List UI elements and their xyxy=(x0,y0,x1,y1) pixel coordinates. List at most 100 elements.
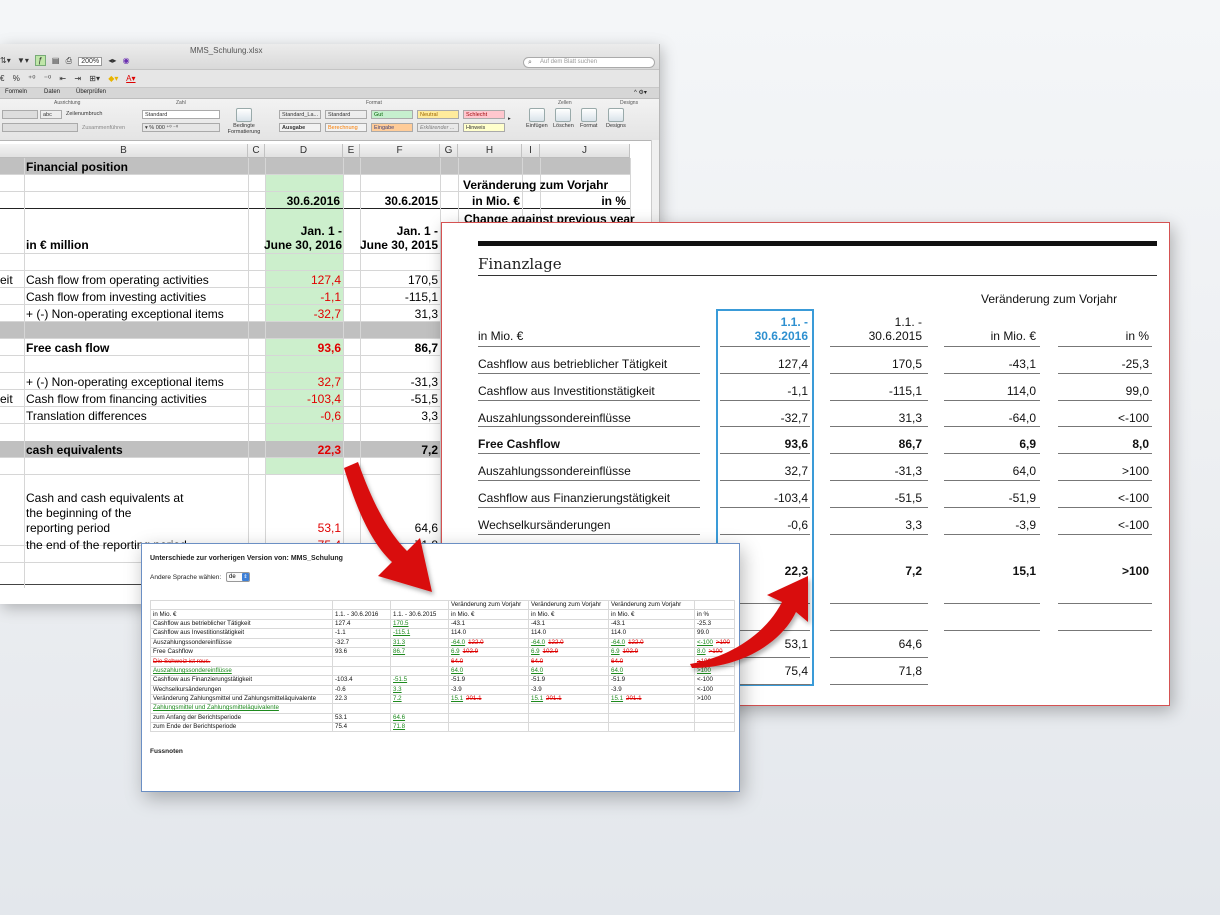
cell-value-f[interactable]: 31,3 xyxy=(362,307,438,321)
period-d-line2[interactable]: June 30, 2016 xyxy=(258,238,342,252)
cell-value-d[interactable]: 93,6 xyxy=(268,341,341,355)
align-buttons[interactable] xyxy=(2,110,38,119)
cell-label[interactable]: Cash flow from investing activities xyxy=(26,290,206,304)
cell-value-f[interactable]: -51,5 xyxy=(362,392,438,406)
designs-button[interactable]: Designs xyxy=(606,108,626,129)
number-format-select[interactable]: Standard xyxy=(142,110,220,119)
delete-cells-button[interactable]: Löschen xyxy=(553,108,574,129)
cell-value-f[interactable]: -115,1 xyxy=(362,290,438,304)
indent-buttons[interactable] xyxy=(2,123,78,132)
wrap-text-button[interactable]: Zeilenumbruch xyxy=(66,111,102,117)
cell-label[interactable]: + (-) Non-operating exceptional items xyxy=(26,307,224,321)
style-neutral[interactable]: Neutral xyxy=(417,110,459,119)
style-standard[interactable]: Standard xyxy=(325,110,367,119)
column-header-b[interactable]: B xyxy=(0,144,248,158)
number-buttons[interactable]: ▾ % 000 ⁺⁰ ⁻⁰ xyxy=(142,123,220,132)
cell-value-d[interactable]: -1,1 xyxy=(268,290,341,304)
style-schlecht[interactable]: Schlecht xyxy=(463,110,505,119)
in-pct-cell[interactable]: in % xyxy=(542,194,626,208)
zoom-stepper-icon[interactable]: ◂▸ xyxy=(108,56,116,65)
column-header-f[interactable]: F xyxy=(360,144,440,158)
style-erklaerend[interactable]: Erklärender ... xyxy=(417,123,459,132)
cell-value-d[interactable]: -103,4 xyxy=(268,392,341,406)
cell-label[interactable]: Free cash flow xyxy=(26,341,109,355)
date-d-cell[interactable]: 30.6.2016 xyxy=(268,194,340,208)
format-cells-button[interactable]: Format xyxy=(580,108,597,129)
column-header-d[interactable]: D xyxy=(265,144,343,158)
formula-builder-icon[interactable]: ƒ xyxy=(35,55,46,66)
cell-label[interactable]: Cash flow from operating activities xyxy=(26,273,209,287)
tab-daten[interactable]: Daten xyxy=(44,89,60,95)
cell-a[interactable]: eit xyxy=(0,273,13,287)
row-value-v3: 15,1 xyxy=(1012,564,1036,578)
column-header-j[interactable]: J xyxy=(540,144,630,158)
column-header-c[interactable]: C xyxy=(248,144,265,158)
borders-icon[interactable]: ⊞▾ xyxy=(89,74,100,83)
tab-ueberpruefen[interactable]: Überprüfen xyxy=(76,89,106,95)
style-berechnung[interactable]: Berechnung xyxy=(325,123,367,132)
column-header-e[interactable]: E xyxy=(343,144,360,158)
unit-cell[interactable]: in € million xyxy=(26,238,89,252)
styles-more-icon[interactable]: ▸ xyxy=(508,116,511,122)
cell-label[interactable]: reporting period xyxy=(26,521,110,535)
row-rule xyxy=(1058,603,1152,604)
cell-label[interactable]: Cash flow from financing activities xyxy=(26,392,207,406)
percent-button[interactable]: % xyxy=(13,74,20,83)
cell-value-d[interactable]: 53,1 xyxy=(268,521,341,535)
style-eingabe[interactable]: Eingabe xyxy=(371,123,413,132)
style-gut[interactable]: Gut xyxy=(371,110,413,119)
decimal-increase-icon[interactable]: ⁺⁰ xyxy=(28,74,35,83)
column-header-h[interactable]: H xyxy=(458,144,522,158)
cell-value-f[interactable]: 7,2 xyxy=(362,443,438,457)
period-f-line2[interactable]: June 30, 2015 xyxy=(352,238,438,252)
cell-value-f[interactable]: 170,5 xyxy=(362,273,438,287)
tab-formeln[interactable]: Formeln xyxy=(5,89,27,95)
filter-icon[interactable]: ▼▾ xyxy=(17,56,29,65)
currency-button[interactable]: € xyxy=(0,74,4,83)
cell-value-d[interactable]: 22,3 xyxy=(268,443,341,457)
cell-value-d[interactable]: -0,6 xyxy=(268,409,341,423)
cell-label[interactable]: cash equivalents xyxy=(26,443,123,457)
indent-increase-icon[interactable]: ⇥ xyxy=(74,74,81,83)
date-f-cell[interactable]: 30.6.2015 xyxy=(362,194,438,208)
period-d-line1[interactable]: Jan. 1 - xyxy=(268,224,342,238)
column-header-i[interactable]: I xyxy=(522,144,540,158)
style-hinweis[interactable]: Hinweis xyxy=(463,123,505,132)
insert-cells-button[interactable]: Einfügen xyxy=(526,108,548,129)
cell-value-f[interactable]: 64,6 xyxy=(362,521,438,535)
language-select[interactable]: de ⇕ xyxy=(226,572,250,582)
sort-icon[interactable]: ⇅▾ xyxy=(0,56,11,65)
diff-row: Die Schweiz ist rous. 64.0 64.0 64.0 >100 xyxy=(150,656,735,667)
style-ausgabe[interactable]: Ausgabe xyxy=(279,123,321,132)
style-standard-la[interactable]: Standard_La... xyxy=(279,110,321,119)
cell-value-f[interactable]: 3,3 xyxy=(362,409,438,423)
zoom-field[interactable]: 200% xyxy=(78,57,103,66)
cell-label[interactable]: + (-) Non-operating exceptional items xyxy=(26,375,224,389)
cell-label[interactable]: the beginning of the xyxy=(26,506,131,520)
change-header-cell[interactable]: Veränderung zum Vorjahr xyxy=(463,178,608,192)
sheet-title-cell[interactable]: Financial position xyxy=(26,160,128,174)
cell-value-d[interactable]: 127,4 xyxy=(268,273,341,287)
cell-a[interactable]: eit xyxy=(0,392,13,406)
decimal-decrease-icon[interactable]: ⁻⁰ xyxy=(44,74,51,83)
cell-value-f[interactable]: 86,7 xyxy=(362,341,438,355)
cell-value-d[interactable]: -32,7 xyxy=(268,307,341,321)
print-icon[interactable]: ⎙ xyxy=(66,56,72,66)
merge-button[interactable]: Zusammenführen xyxy=(82,125,125,131)
cell-label[interactable]: Translation differences xyxy=(26,409,147,423)
help-icon[interactable]: ◉ xyxy=(123,56,130,65)
column-header-g[interactable]: G xyxy=(440,144,458,158)
cell-value-f[interactable]: -31,3 xyxy=(362,375,438,389)
font-color-icon[interactable]: A▾ xyxy=(126,74,135,83)
fill-color-icon[interactable]: ◆▾ xyxy=(108,74,118,83)
ribbon-collapse-icon[interactable]: ^ ⚙▾ xyxy=(634,89,647,96)
indent-decrease-icon[interactable]: ⇤ xyxy=(59,74,66,83)
cell-label[interactable]: Cash and cash equivalents at xyxy=(26,491,183,505)
in-mio-cell[interactable]: in Mio. € xyxy=(460,194,520,208)
cell-value-d[interactable]: 32,7 xyxy=(268,375,341,389)
orientation-button[interactable]: abc xyxy=(40,110,62,119)
period-f-line1[interactable]: Jan. 1 - xyxy=(362,224,438,238)
sheet-search-input[interactable]: ⌕ Auf dem Blatt suchen xyxy=(523,57,655,68)
conditional-format-button[interactable]: Bedingte Formatierung xyxy=(226,108,262,135)
sheet-icon[interactable]: ▤ xyxy=(52,56,60,65)
